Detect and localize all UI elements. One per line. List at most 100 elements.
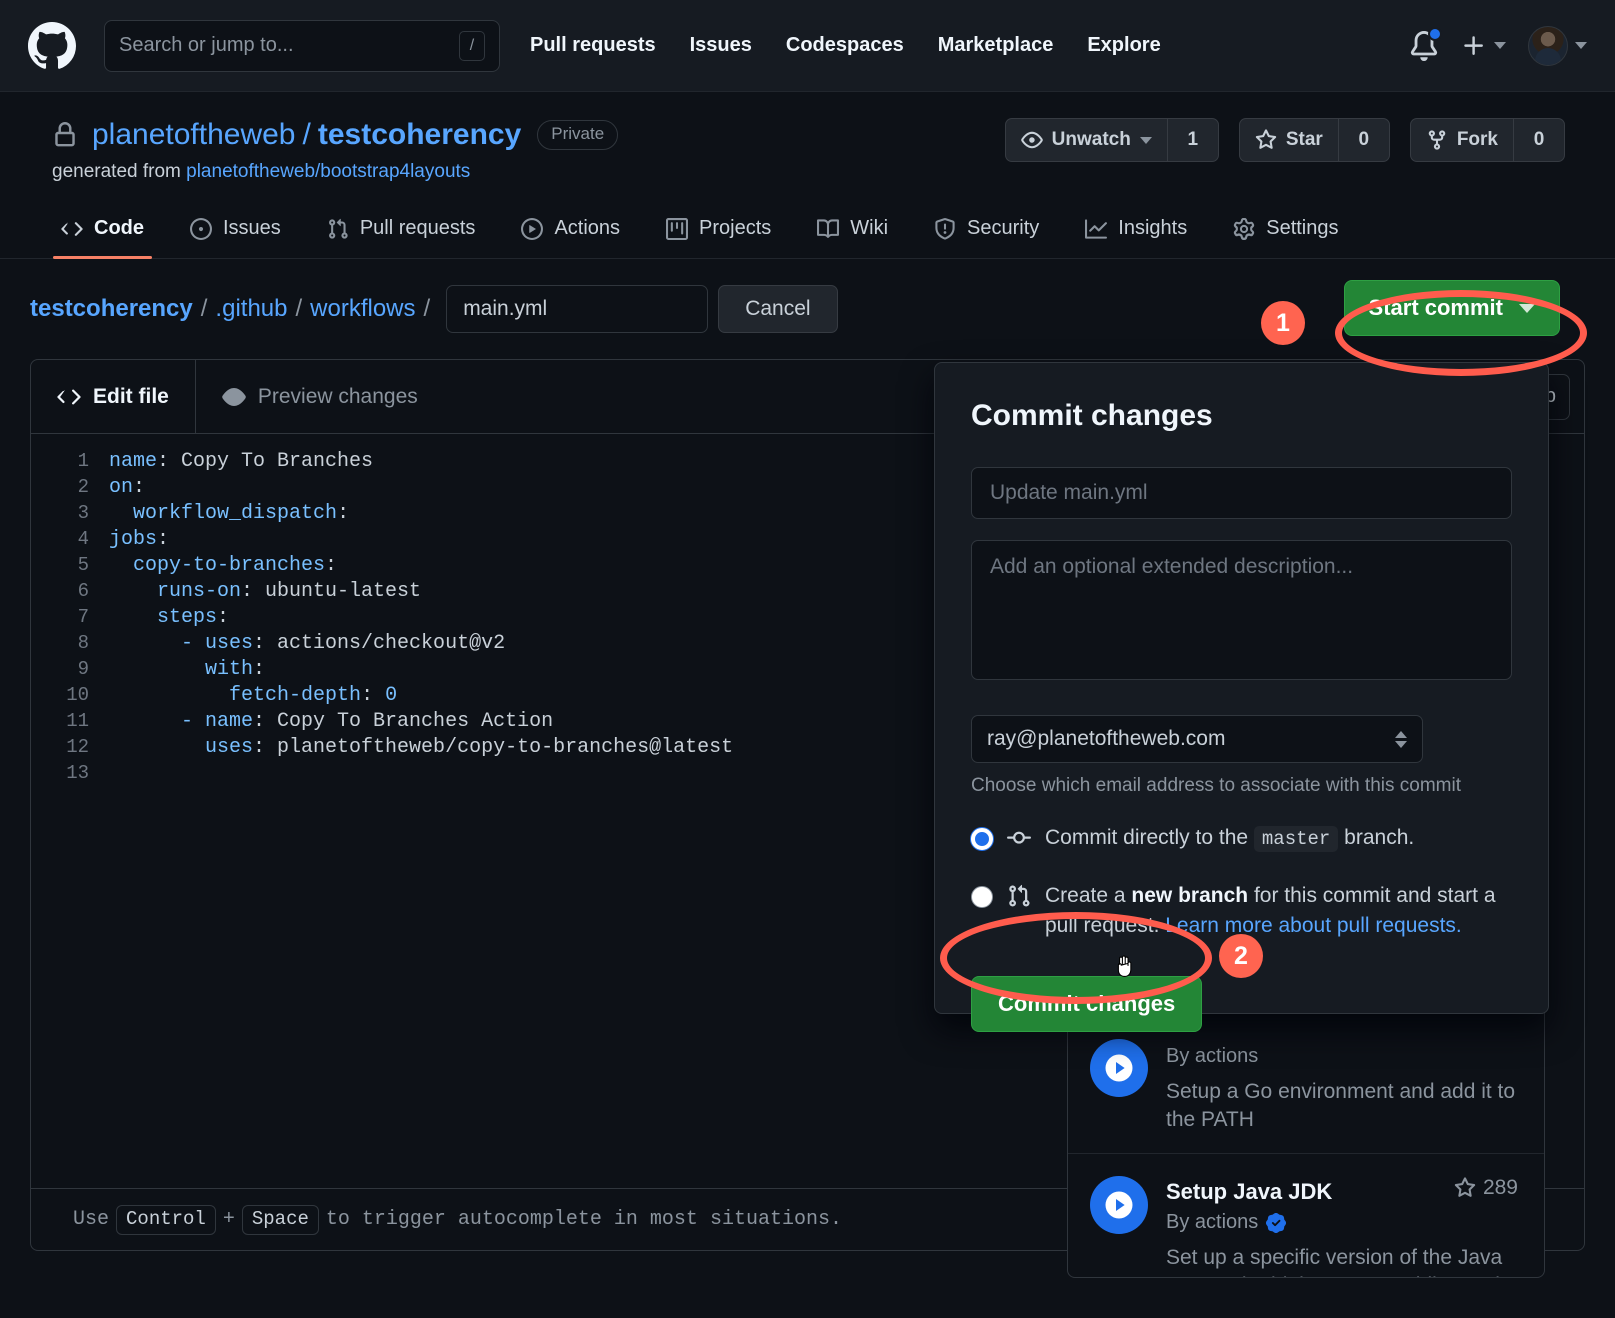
line-content: with: <box>205 657 266 681</box>
generated-from-label: generated from <box>52 161 181 182</box>
issue-opened-icon <box>190 217 212 240</box>
nav-explore[interactable]: Explore <box>1087 34 1160 57</box>
graph-icon <box>1085 218 1108 239</box>
user-menu-button[interactable] <box>1528 25 1587 66</box>
fork-count[interactable]: 0 <box>1513 118 1565 162</box>
marketplace-item-description: Setup a Go environment and add it to the… <box>1166 1080 1516 1131</box>
watch-count[interactable]: 1 <box>1166 118 1219 162</box>
unwatch-button[interactable]: Unwatch <box>1004 118 1167 162</box>
nav-codespaces[interactable]: Codespaces <box>786 34 904 57</box>
tab-security[interactable]: Security <box>918 207 1055 258</box>
tab-insights[interactable]: Insights <box>1069 207 1203 258</box>
marketplace-item-stars: 289 <box>1454 1176 1518 1200</box>
fork-label: Fork <box>1456 129 1498 150</box>
book-icon <box>817 218 840 238</box>
chevron-down-icon <box>1575 42 1587 49</box>
play-icon <box>521 217 544 240</box>
tab-pull-requests[interactable]: Pull requests <box>311 207 492 258</box>
tab-actions[interactable]: Actions <box>505 207 636 258</box>
star-count-value: 289 <box>1482 1176 1518 1200</box>
repo-owner-link[interactable]: planetoftheweb <box>92 118 296 152</box>
tab-code-label: Code <box>94 217 144 239</box>
line-number: 2 <box>77 476 89 498</box>
line-content: - uses: actions/checkout@v2 <box>181 631 506 655</box>
repo-name-link[interactable]: testcoherency <box>318 118 521 152</box>
radio-button-selected[interactable] <box>971 828 993 850</box>
learn-more-pull-requests-link[interactable]: Learn more about pull requests. <box>1165 914 1462 937</box>
breadcrumb-repo[interactable]: testcoherency <box>30 295 193 323</box>
hint-key-space: Space <box>241 1204 319 1235</box>
shield-icon <box>935 217 955 240</box>
github-mark-icon[interactable] <box>28 21 76 70</box>
line-number: 6 <box>77 580 89 602</box>
global-nav: Pull requests Issues Codespaces Marketpl… <box>530 34 1161 57</box>
line-content: name: Copy To Branches <box>109 449 374 473</box>
cancel-button[interactable]: Cancel <box>718 285 838 333</box>
notifications-button[interactable] <box>1409 26 1442 63</box>
new-branch-prefix: Create a <box>1045 884 1126 907</box>
tab-wiki[interactable]: Wiki <box>801 207 904 258</box>
radio-option-new-branch[interactable]: Create a new branch for this commit and … <box>971 881 1512 942</box>
hint-key-control: Control <box>116 1204 216 1235</box>
global-header: Search or jump to... / Pull requests Iss… <box>0 0 1615 92</box>
lock-icon <box>52 120 78 150</box>
tab-wiki-label: Wiki <box>850 217 889 239</box>
star-button[interactable]: Star <box>1238 118 1338 162</box>
search-shortcut-key: / <box>459 30 485 61</box>
nav-marketplace[interactable]: Marketplace <box>938 34 1054 57</box>
filename-input[interactable] <box>446 285 709 333</box>
tab-projects[interactable]: Projects <box>650 207 787 258</box>
star-count[interactable]: 0 <box>1337 118 1390 162</box>
commit-direct-suffix: branch. <box>1344 826 1415 849</box>
tab-code[interactable]: Code <box>45 207 160 259</box>
line-number: 8 <box>77 632 89 654</box>
tab-edit-file[interactable]: Edit file <box>31 360 196 434</box>
commit-email-select[interactable]: ray@planetoftheweb.com <box>971 715 1423 763</box>
search-input[interactable]: Search or jump to... / <box>104 19 500 72</box>
breadcrumb-workflows-dir[interactable]: workflows <box>310 295 415 323</box>
radio-option-commit-direct[interactable]: Commit directly to the master branch. <box>971 823 1512 855</box>
generated-from-line: generated from planetoftheweb/bootstrap4… <box>52 161 1563 183</box>
hint-prefix: Use <box>73 1208 110 1231</box>
annotation-badge-1: 1 <box>1261 301 1305 345</box>
star-icon <box>1255 129 1277 149</box>
tab-settings[interactable]: Settings <box>1217 207 1354 258</box>
list-item[interactable]: Setup Java JDK 289 By actions Set up a s… <box>1068 1154 1544 1277</box>
start-commit-button[interactable]: Start commit <box>1343 280 1560 336</box>
status-badge: Private <box>537 119 619 151</box>
line-number: 4 <box>77 528 89 550</box>
radio-label-new-branch: Create a new branch for this commit and … <box>1045 881 1512 942</box>
nav-issues[interactable]: Issues <box>690 34 752 57</box>
eye-icon <box>1020 131 1043 149</box>
commit-message-input[interactable] <box>971 467 1512 519</box>
repo-action-buttons: Unwatch 1 Star 0 Fork 0 <box>1004 118 1565 162</box>
star-icon <box>1454 1177 1476 1198</box>
tab-insights-label: Insights <box>1118 217 1188 239</box>
radio-button-unselected[interactable] <box>971 886 993 908</box>
fork-icon <box>1428 130 1446 150</box>
tab-preview-changes-label: Preview changes <box>257 384 418 408</box>
line-number: 1 <box>77 450 89 472</box>
git-commit-icon <box>1007 826 1031 855</box>
watch-button-group: Unwatch 1 <box>1004 118 1219 162</box>
breadcrumb-github-dir[interactable]: .github <box>215 295 287 323</box>
dialog-title: Commit changes <box>971 399 1213 432</box>
nav-pull-requests[interactable]: Pull requests <box>530 34 656 57</box>
repo-path-separator: / <box>302 118 311 151</box>
tab-security-label: Security <box>967 217 1040 239</box>
tab-edit-file-label: Edit file <box>93 384 169 408</box>
tab-projects-label: Projects <box>699 217 772 239</box>
marketplace-item-title[interactable]: Setup Java JDK <box>1166 1179 1332 1205</box>
fork-button[interactable]: Fork <box>1409 118 1513 162</box>
branch-name-chip: master <box>1253 826 1339 852</box>
avatar <box>1528 25 1568 66</box>
tab-preview-changes[interactable]: Preview changes <box>196 360 444 434</box>
create-new-button[interactable] <box>1461 33 1506 59</box>
tab-issues[interactable]: Issues <box>174 207 297 258</box>
generated-from-link[interactable]: planetoftheweb/bootstrap4layouts <box>186 161 470 182</box>
star-button-group: Star 0 <box>1238 118 1390 162</box>
list-item[interactable]: By actions Setup a Go environment and ad… <box>1068 1017 1544 1155</box>
stepper-icon <box>1395 730 1407 748</box>
commit-description-textarea[interactable] <box>971 540 1512 680</box>
commit-changes-button[interactable]: Commit changes <box>971 975 1203 1032</box>
